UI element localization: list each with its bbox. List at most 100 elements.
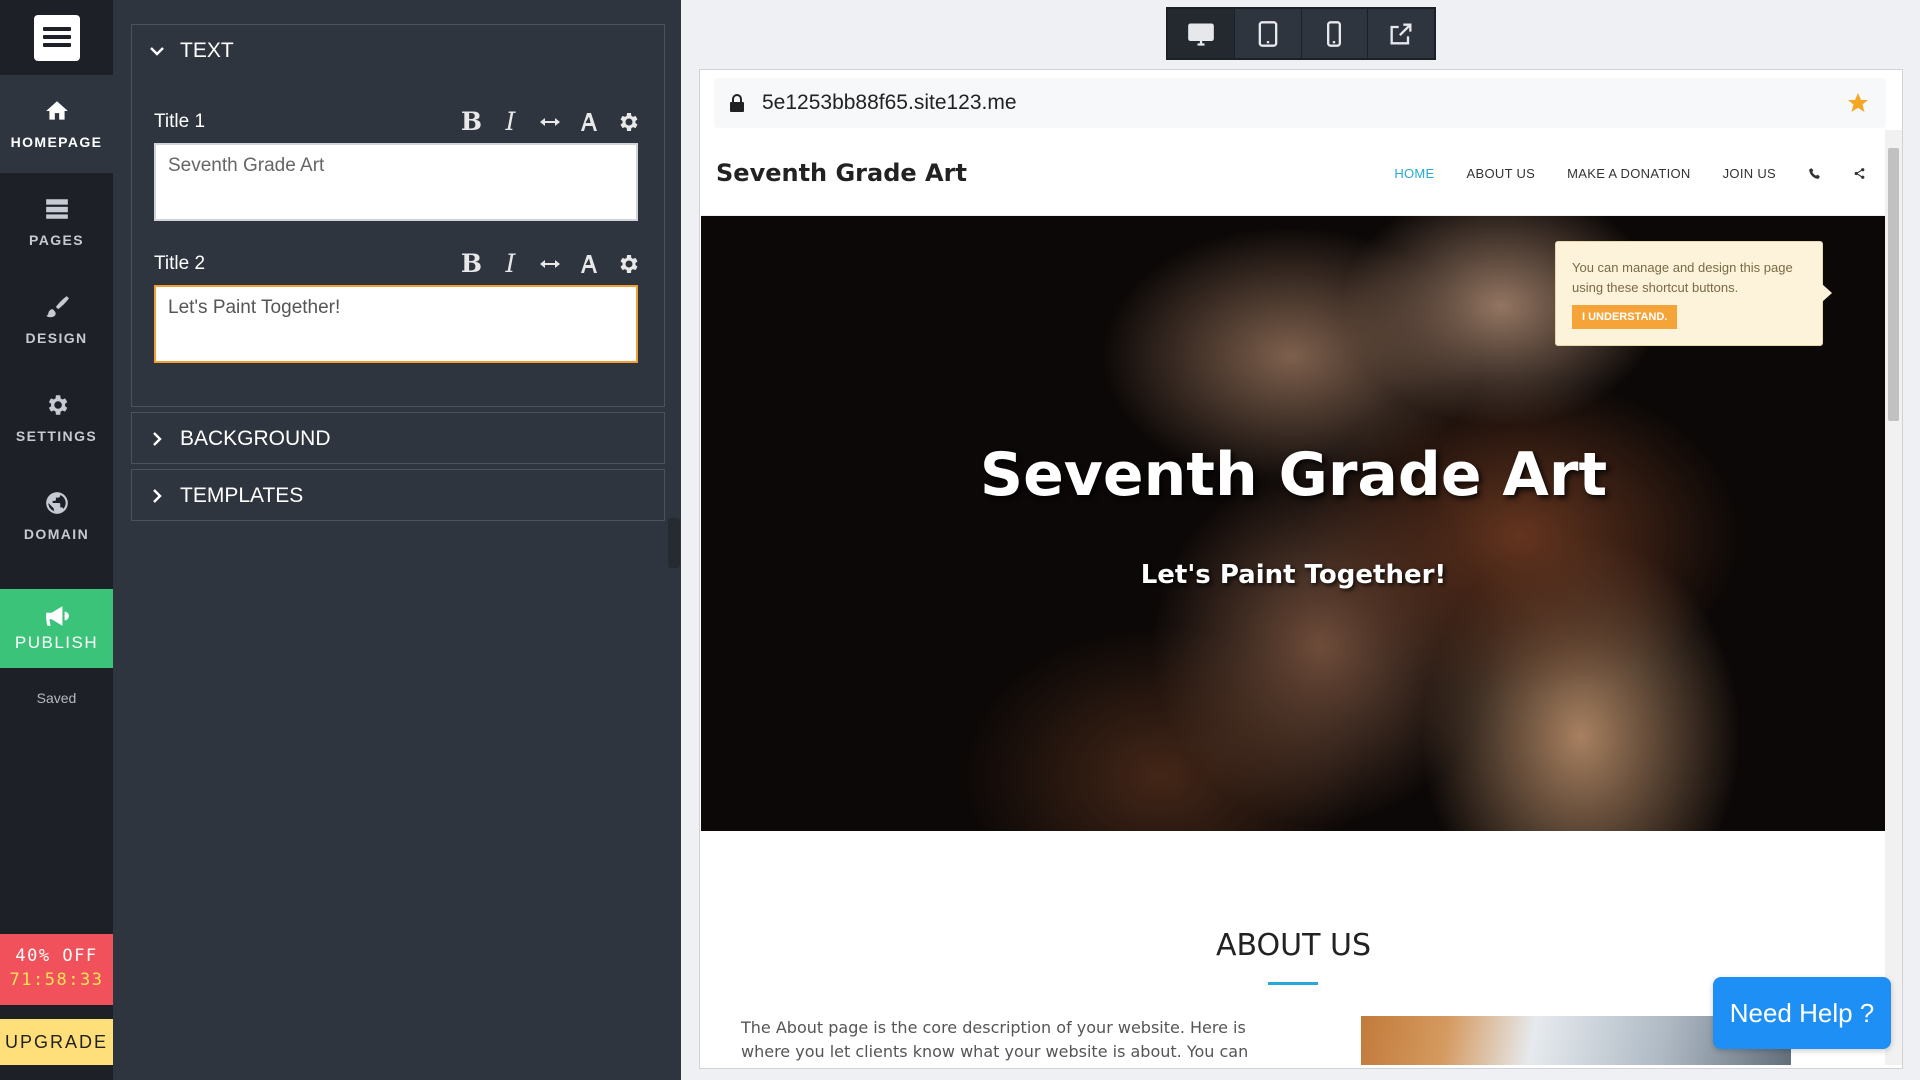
- need-help-button[interactable]: Need Help ?: [1713, 977, 1891, 1049]
- publish-label: PUBLISH: [14, 632, 99, 652]
- text-section: TEXT Title 1 B I Title 2 B I: [131, 24, 665, 407]
- chevron-right-icon: [153, 489, 162, 503]
- italic-button[interactable]: I: [496, 107, 525, 136]
- shortcut-tooltip: You can manage and design this page usin…: [1555, 241, 1832, 346]
- background-section-title: BACKGROUND: [180, 427, 331, 450]
- nav-item-pages[interactable]: PAGES: [0, 173, 113, 271]
- nav-item-label: SETTINGS: [15, 428, 98, 444]
- gear-icon: [48, 395, 67, 415]
- title2-input[interactable]: [154, 285, 638, 363]
- editor-panel: TEXT Title 1 B I Title 2 B I: [113, 0, 681, 1080]
- chevron-right-icon: [153, 432, 162, 446]
- nav-item-domain[interactable]: DOMAIN: [0, 467, 113, 565]
- site-nav-donation[interactable]: MAKE A DONATION: [1567, 166, 1690, 181]
- site-nav-home[interactable]: HOME: [1394, 166, 1434, 181]
- font-icon: [580, 254, 597, 273]
- title1-toolbar: B I: [457, 107, 642, 136]
- share-icon[interactable]: [1853, 167, 1866, 180]
- open-external-button[interactable]: [1368, 9, 1434, 58]
- desktop-icon: [1188, 23, 1214, 46]
- brush-icon: [45, 296, 69, 318]
- text-settings-button[interactable]: [613, 249, 642, 278]
- text-settings-button[interactable]: [613, 107, 642, 136]
- site-nav-join[interactable]: JOIN US: [1723, 166, 1776, 181]
- background-section: BACKGROUND: [131, 412, 665, 464]
- home-icon: [45, 101, 68, 120]
- upgrade-button[interactable]: UPGRADE: [0, 1019, 113, 1065]
- save-status: Saved: [36, 690, 77, 706]
- mobile-view-button[interactable]: [1302, 9, 1369, 58]
- title2-label: Title 2: [154, 252, 206, 274]
- address-bar: 5e1253bb88f65.site123.me: [714, 78, 1886, 128]
- external-link-icon: [1390, 23, 1412, 44]
- heading-underline: [1268, 982, 1318, 985]
- hero-subtitle[interactable]: Let's Paint Together!: [701, 560, 1886, 590]
- lock-icon: [730, 94, 744, 112]
- site-preview-frame: 5e1253bb88f65.site123.me Seventh Grade A…: [699, 69, 1903, 1069]
- site-preview: Seventh Grade Art HOME ABOUT US MAKE A D…: [701, 130, 1886, 1065]
- logo-icon: [33, 14, 80, 61]
- italic-button[interactable]: I: [496, 249, 525, 278]
- gear-icon: [620, 112, 637, 131]
- tablet-icon: [1258, 20, 1277, 47]
- templates-section-header[interactable]: TEMPLATES: [132, 470, 664, 522]
- panel-resize-handle[interactable]: [668, 518, 680, 568]
- title1-label: Title 1: [154, 110, 206, 132]
- app-logo[interactable]: [0, 0, 113, 75]
- font-button[interactable]: [574, 249, 603, 278]
- main-nav: HOMEPAGE PAGES DESIGN SETTINGS DOMAIN PU…: [0, 0, 113, 1080]
- font-icon: [580, 112, 597, 131]
- chevron-down-icon: [150, 47, 164, 56]
- title2-row: Title 2 B I: [154, 249, 642, 278]
- nav-item-settings[interactable]: SETTINGS: [0, 369, 113, 467]
- templates-section: TEMPLATES: [131, 469, 665, 521]
- preview-scrollbar[interactable]: [1885, 130, 1902, 1065]
- about-section: ABOUT US The About page is the core desc…: [701, 831, 1886, 1065]
- title1-input[interactable]: [154, 143, 638, 221]
- promo-timer: 71:58:33: [9, 970, 104, 990]
- title2-toolbar: B I: [457, 249, 642, 278]
- templates-section-title: TEMPLATES: [180, 484, 304, 507]
- tablet-view-button[interactable]: [1235, 9, 1302, 58]
- pages-icon: [45, 199, 68, 219]
- promo-banner[interactable]: 40% OFF 71:58:33: [0, 934, 113, 1005]
- background-section-header[interactable]: BACKGROUND: [132, 413, 664, 465]
- nav-item-design[interactable]: DESIGN: [0, 271, 113, 369]
- about-heading[interactable]: ABOUT US: [701, 928, 1886, 963]
- phone-icon[interactable]: [1808, 167, 1821, 180]
- scrollbar-thumb[interactable]: [1888, 148, 1899, 421]
- mobile-icon: [1327, 20, 1342, 47]
- font-button[interactable]: [574, 107, 603, 136]
- width-button[interactable]: [535, 107, 564, 136]
- bold-button[interactable]: B: [457, 107, 486, 136]
- megaphone-icon: [45, 605, 69, 626]
- star-icon[interactable]: [1846, 91, 1870, 115]
- site-nav-about[interactable]: ABOUT US: [1467, 166, 1536, 181]
- arrows-horizontal-icon: [539, 259, 560, 268]
- site-nav: HOME ABOUT US MAKE A DONATION JOIN US: [1394, 130, 1866, 216]
- site-brand[interactable]: Seventh Grade Art: [716, 159, 967, 187]
- tooltip-message: You can manage and design this page usin…: [1572, 260, 1793, 295]
- width-button[interactable]: [535, 249, 564, 278]
- gear-icon: [620, 254, 637, 273]
- nav-item-label: DESIGN: [25, 330, 88, 346]
- title1-row: Title 1 B I: [154, 107, 642, 136]
- text-section-header[interactable]: TEXT: [132, 25, 664, 77]
- hero-title[interactable]: Seventh Grade Art: [701, 440, 1886, 510]
- site-header: Seventh Grade Art HOME ABOUT US MAKE A D…: [701, 130, 1886, 216]
- nav-item-label: DOMAIN: [23, 526, 90, 542]
- nav-item-label: HOMEPAGE: [10, 134, 103, 150]
- text-section-title: TEXT: [180, 39, 234, 62]
- arrows-horizontal-icon: [539, 117, 560, 126]
- site-url[interactable]: 5e1253bb88f65.site123.me: [762, 91, 1017, 115]
- desktop-view-button[interactable]: [1168, 9, 1235, 58]
- i-understand-button[interactable]: I UNDERSTAND.: [1572, 305, 1678, 329]
- globe-icon: [45, 492, 68, 514]
- about-body[interactable]: The About page is the core description o…: [741, 1016, 1281, 1065]
- nav-item-label: PAGES: [29, 232, 84, 248]
- publish-button[interactable]: PUBLISH: [0, 589, 113, 668]
- bold-button[interactable]: B: [457, 249, 486, 278]
- promo-discount: 40% OFF: [15, 946, 98, 966]
- device-toolbar: [1166, 7, 1436, 60]
- nav-item-homepage[interactable]: HOMEPAGE: [0, 75, 113, 173]
